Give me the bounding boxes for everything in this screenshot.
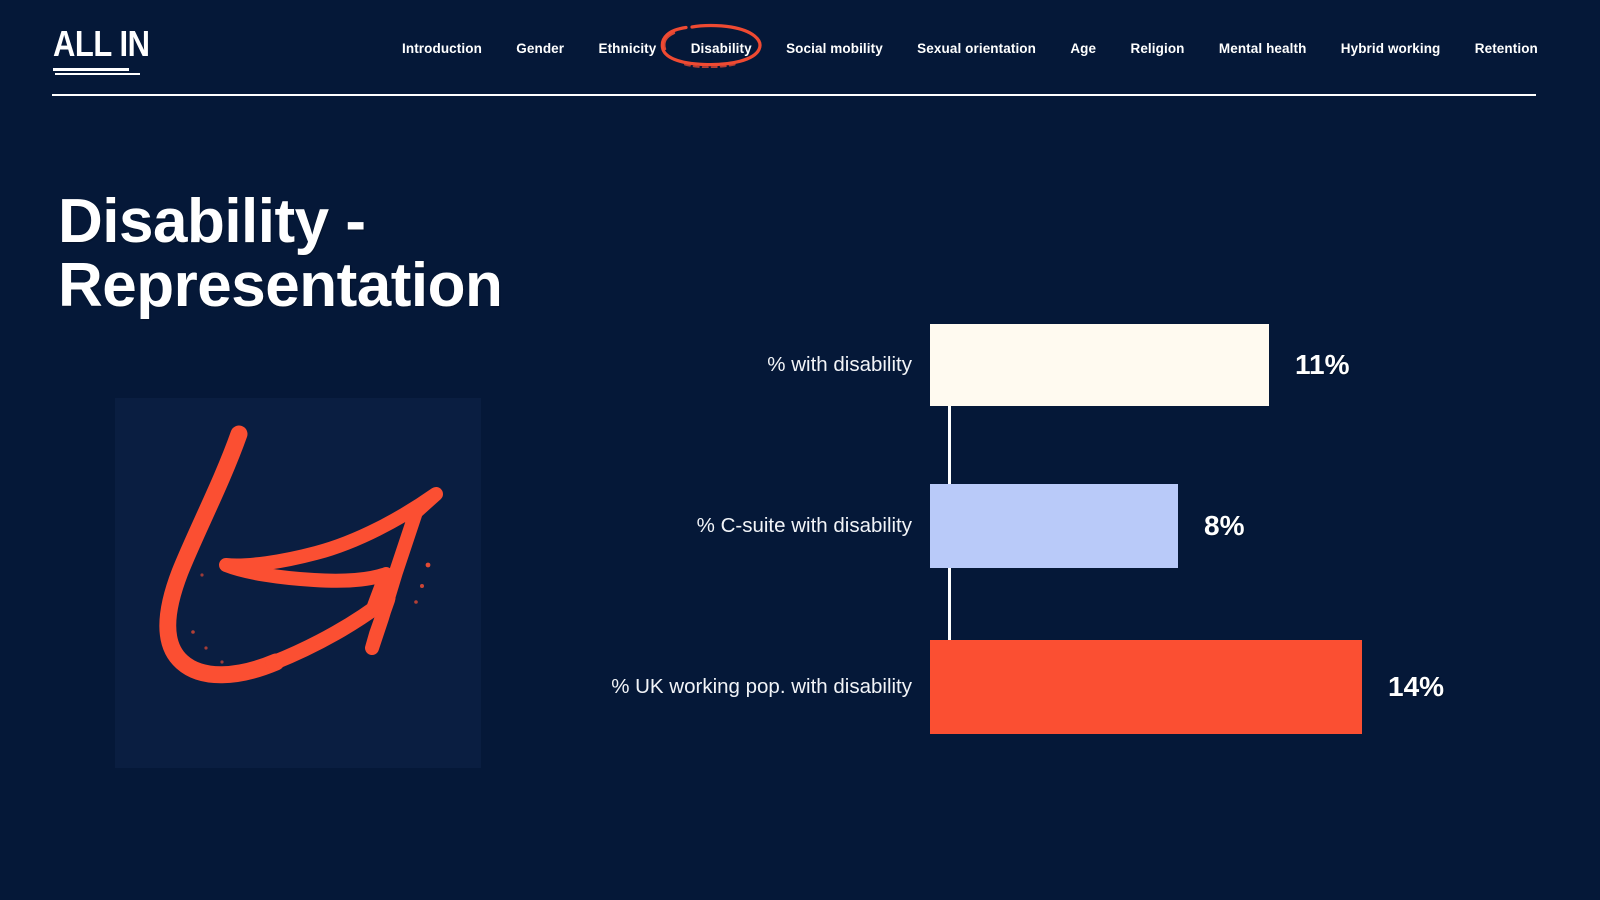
brand-logo-underline-secondary <box>55 73 140 75</box>
nav-item-religion[interactable]: Religion <box>1128 37 1186 60</box>
nav-item-label: Age <box>1070 41 1097 56</box>
page-title: Disability - Representation <box>58 186 503 320</box>
nav-item-social-mobility[interactable]: Social mobility <box>784 37 885 60</box>
nav-item-mental-health[interactable]: Mental health <box>1217 37 1309 60</box>
bar-category-label: % UK working pop. with disability <box>611 675 912 698</box>
brand-logo-underline <box>53 68 129 71</box>
bar-track: 8% <box>930 484 1520 568</box>
nav-item-ethnicity[interactable]: Ethnicity <box>596 37 658 60</box>
header-divider <box>52 94 1536 96</box>
main-navigation: Introduction Gender Ethnicity Disability… <box>400 0 1550 97</box>
bar-track: 11% <box>930 324 1520 406</box>
bar-uk-working-pop-with-disability[interactable] <box>930 640 1362 734</box>
bar-value-label: 14% <box>1388 671 1445 702</box>
nav-item-label: Hybrid working <box>1340 41 1441 56</box>
bar-with-disability[interactable] <box>930 324 1269 406</box>
bar-track: 14% <box>930 640 1520 734</box>
nav-item-label: Introduction <box>402 41 482 56</box>
bar-value-label: 8% <box>1204 510 1245 541</box>
brand-logo-text: ALL IN <box>53 23 150 64</box>
nav-item-age[interactable]: Age <box>1068 37 1098 60</box>
hand-drawn-curved-arrow-icon <box>159 425 443 684</box>
nav-item-label: Gender <box>516 41 565 56</box>
nav-item-label: Religion <box>1130 41 1185 56</box>
nav-item-disability[interactable]: Disability <box>660 23 762 68</box>
nav-item-label: Retention <box>1474 41 1538 56</box>
nav-item-gender[interactable]: Gender <box>514 37 566 60</box>
representation-bar-chart: % with disability 11% % C-suite with dis… <box>560 315 1520 735</box>
nav-item-label: Mental health <box>1218 41 1307 56</box>
nav-item-sexual-orientation[interactable]: Sexual orientation <box>915 37 1038 60</box>
bar-category-label: % with disability <box>767 353 912 376</box>
page-header: ALL IN Introduction Gender Ethnicity Dis… <box>0 0 1600 97</box>
table-row: % UK working pop. with disability 14% <box>560 640 1520 734</box>
nav-item-hybrid-working[interactable]: Hybrid working <box>1339 37 1443 60</box>
bar-value-label: 11% <box>1295 349 1350 380</box>
nav-item-label: Disability <box>690 41 752 56</box>
bar-category-label: % C-suite with disability <box>696 514 912 537</box>
bar-csuite-with-disability[interactable] <box>930 484 1178 568</box>
brand-logo[interactable]: ALL IN <box>53 23 163 75</box>
nav-item-introduction[interactable]: Introduction <box>400 37 484 60</box>
table-row: % C-suite with disability 8% <box>560 484 1520 568</box>
nav-item-label: Social mobility <box>786 41 883 56</box>
nav-item-label: Sexual orientation <box>917 41 1036 56</box>
nav-item-label: Ethnicity <box>598 41 657 56</box>
table-row: % with disability 11% <box>560 324 1520 406</box>
nav-item-retention[interactable]: Retention <box>1473 37 1540 60</box>
